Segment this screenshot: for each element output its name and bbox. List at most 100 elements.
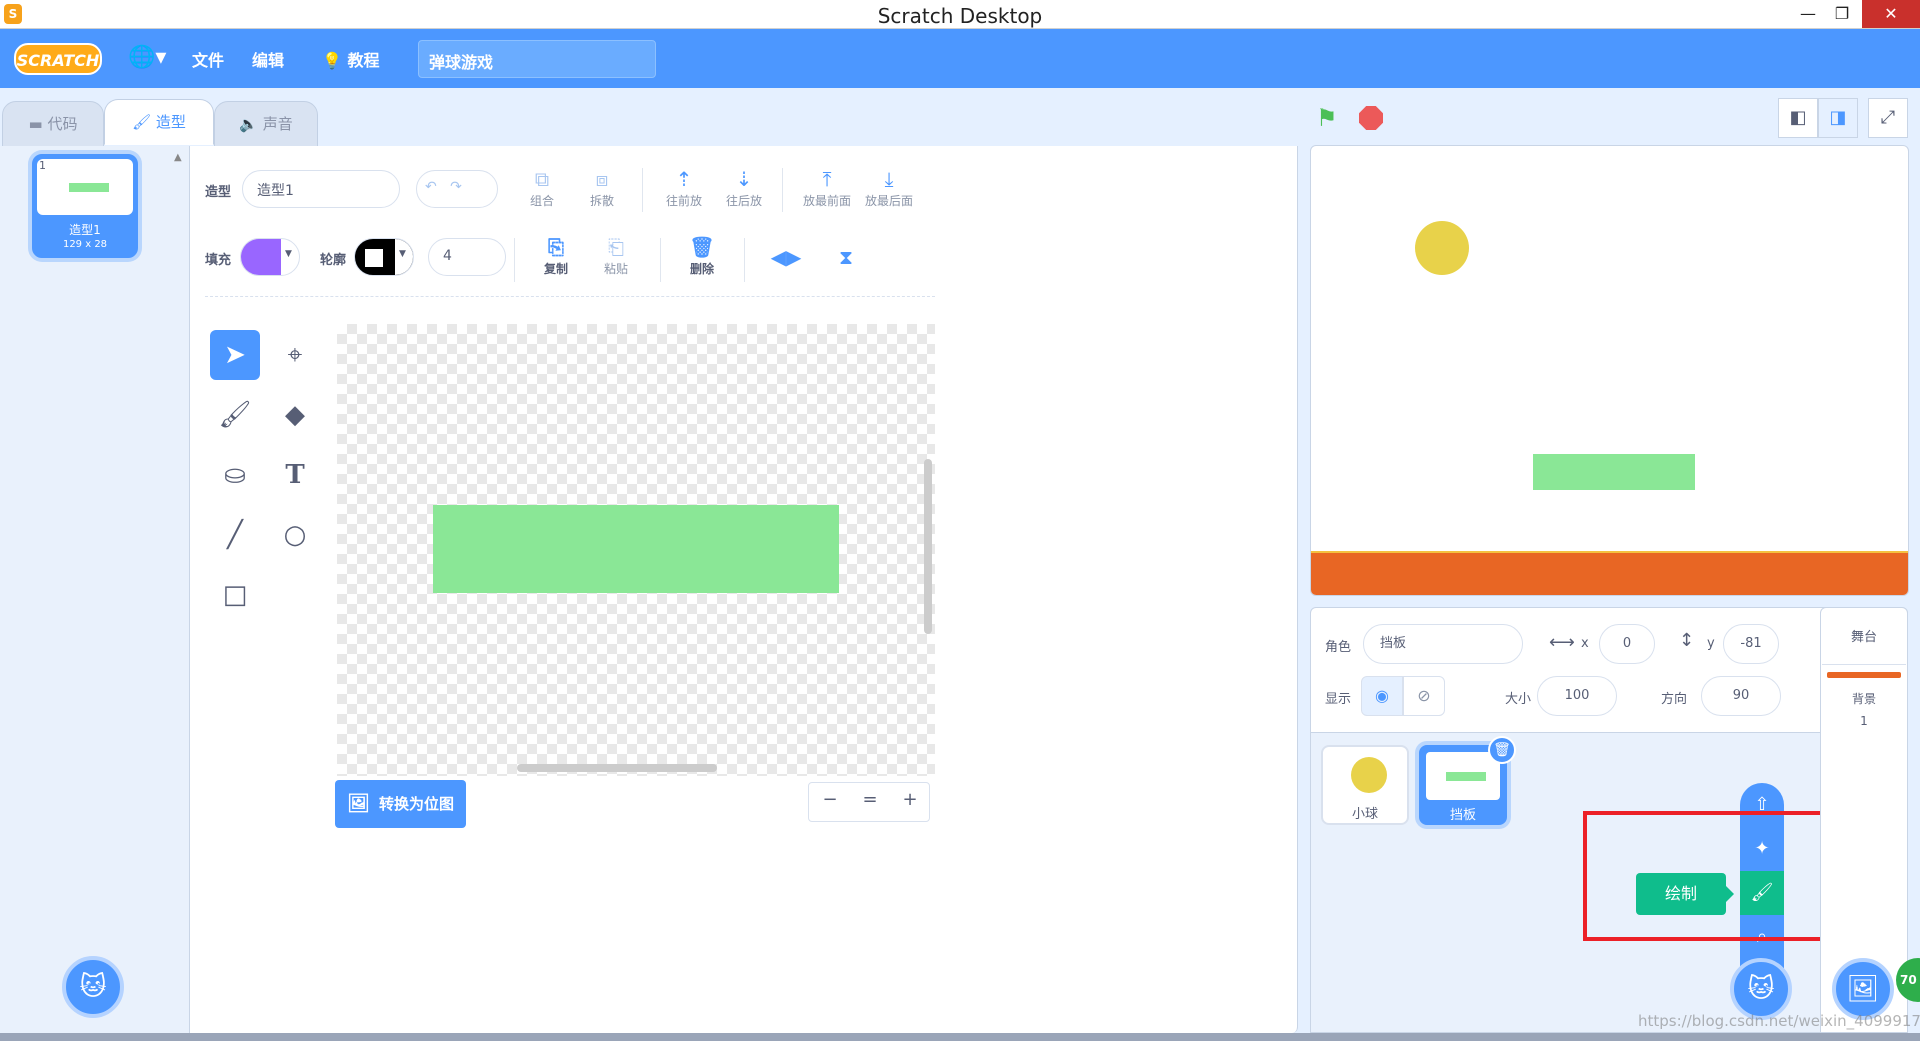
forward-button[interactable]: ⇡ 往前放 [656, 166, 712, 209]
copy-button[interactable]: ⎘ 复制 [528, 234, 584, 277]
choose-sprite-button[interactable]: 🐱 [1730, 958, 1792, 1020]
flip-vertical-button[interactable]: ⧗ [818, 244, 874, 270]
paint-canvas[interactable] [337, 324, 935, 776]
sprite-name-input[interactable]: 挡板 [1363, 624, 1523, 664]
green-flag-icon[interactable]: ⚑ [1316, 104, 1338, 132]
direction-label: 方向 [1661, 692, 1688, 707]
sprite-card-paddle[interactable]: 挡板 🗑 [1419, 736, 1516, 825]
add-costume-button[interactable]: 🐱 [62, 956, 124, 1018]
tab-costumes-label: 造型 [155, 113, 186, 131]
sprite-thumb [1426, 752, 1500, 800]
costume-shape [69, 183, 109, 192]
sprite-name: 小球 [1351, 807, 1378, 822]
stage[interactable] [1310, 145, 1909, 596]
fullscreen-icon: ⤢ [1880, 107, 1896, 128]
hide-sprite-button[interactable]: ⊘ [1403, 676, 1445, 716]
outline-width-input[interactable]: 4 [428, 238, 506, 276]
outline-color-picker[interactable]: ▼ [354, 238, 414, 276]
fill-swatch [241, 239, 281, 275]
close-button[interactable]: ✕ [1862, 0, 1920, 28]
edit-menu[interactable]: 编辑 [252, 47, 284, 71]
convert-to-bitmap-button[interactable]: 🖼 转换为位图 [335, 780, 466, 828]
copy-icon: ⎘ [548, 235, 564, 259]
circle-tool[interactable]: ○ [270, 510, 320, 560]
costume-name-input[interactable]: 造型1 [242, 170, 400, 208]
line-tool[interactable]: ╱ [210, 510, 260, 560]
vertical-scrollbar[interactable] [924, 459, 932, 634]
taskbar [0, 1033, 1920, 1041]
show-sprite-button[interactable]: ◉ [1361, 676, 1403, 716]
horizontal-scrollbar[interactable] [517, 764, 717, 772]
tutorial-menu[interactable]: 💡 教程 [322, 47, 380, 71]
text-tool[interactable]: T [270, 450, 320, 500]
zoom-out-icon[interactable]: − [811, 789, 849, 810]
costume-thumbnail[interactable]: 1 造型1 129 x 28 [32, 154, 138, 258]
scroll-up-arrow[interactable]: ▲ [174, 152, 182, 163]
tab-code-label: 代码 [47, 115, 78, 133]
eraser-icon: ◆ [285, 400, 305, 430]
fill-color-picker[interactable]: ▼ [240, 238, 300, 276]
ungroup-label: 拆散 [589, 194, 614, 208]
size-input[interactable]: 100 [1537, 676, 1617, 716]
file-menu[interactable]: 文件 [192, 47, 224, 71]
costume-size: 129 x 28 [62, 239, 108, 250]
image-icon: 🖼 [1846, 974, 1880, 1004]
zoom-in-icon[interactable]: + [891, 789, 929, 810]
rectangle-icon: □ [222, 580, 248, 610]
divider [642, 168, 643, 212]
flip-horizontal-button[interactable]: ◀▶ [758, 244, 814, 270]
back-button[interactable]: ⤓ 放最后面 [858, 166, 920, 209]
reshape-tool[interactable]: ⌖ [270, 330, 320, 380]
small-stage-button[interactable]: ◧ [1778, 98, 1818, 138]
arrow-down-icon: ⇣ [735, 167, 753, 191]
group-icon: ⧉ [534, 167, 550, 191]
redo-icon[interactable]: ↷ [450, 179, 462, 195]
y-label: y [1707, 636, 1715, 651]
eraser-tool[interactable]: ◆ [270, 390, 320, 440]
tab-code[interactable]: ▬ 代码 [2, 101, 104, 147]
fill-tool[interactable]: ⛀ [210, 450, 260, 500]
code-icon: ▬ [28, 115, 43, 133]
ball-sprite[interactable] [1415, 221, 1469, 275]
brush-tool[interactable]: 🖌 [210, 390, 260, 440]
zoom-reset-icon[interactable]: = [851, 789, 889, 810]
maximize-button[interactable]: ❐ [1820, 0, 1864, 28]
paddle-shape[interactable] [433, 505, 839, 593]
select-tool[interactable]: ➤ [210, 330, 260, 380]
ungroup-button[interactable]: ⧈ 拆散 [574, 166, 630, 209]
front-label: 放最前面 [802, 194, 851, 208]
paste-button[interactable]: ⎗ 粘贴 [588, 234, 644, 277]
divider [744, 238, 745, 282]
undo-icon[interactable]: ↶ [425, 179, 437, 195]
front-button[interactable]: ⤒ 放最前面 [796, 166, 858, 209]
rectangle-tool[interactable]: □ [210, 570, 260, 620]
x-input[interactable]: 0 [1599, 624, 1655, 664]
direction-input[interactable]: 90 [1701, 676, 1781, 716]
delete-button[interactable]: 🗑 删除 [674, 234, 730, 277]
tab-costumes[interactable]: 🖌 造型 [104, 99, 214, 145]
globe-icon[interactable]: 🌐▾ [128, 45, 166, 70]
paint-bucket-icon: ⛀ [224, 460, 246, 490]
tab-sounds-label: 声音 [262, 115, 293, 133]
stop-icon[interactable] [1359, 106, 1383, 130]
divider [782, 168, 783, 212]
tab-sounds[interactable]: 🔈 声音 [214, 101, 318, 147]
project-title-input[interactable]: 弹球游戏 [418, 40, 656, 78]
sprite-card-ball[interactable]: 小球 [1321, 745, 1409, 825]
chevron-down-icon: ▼ [399, 249, 406, 259]
y-input[interactable]: -81 [1723, 624, 1779, 664]
choose-backdrop-button[interactable]: 🖼 [1832, 958, 1894, 1020]
scratch-logo[interactable]: SCRATCH [14, 43, 102, 75]
chevron-down-icon: ▼ [285, 249, 292, 259]
costume-preview [37, 159, 133, 215]
line-icon: ╱ [227, 520, 243, 550]
backward-button[interactable]: ⇣ 往后放 [716, 166, 772, 209]
paste-icon: ⎗ [608, 235, 624, 259]
text-icon: T [285, 460, 305, 490]
flip-horizontal-icon: ◀▶ [770, 245, 802, 269]
group-button[interactable]: ⧉ 组合 [514, 166, 570, 209]
delete-sprite-button[interactable]: 🗑 [1488, 736, 1516, 764]
paddle-sprite[interactable] [1533, 454, 1695, 490]
fullscreen-button[interactable]: ⤢ [1868, 98, 1908, 138]
normal-stage-button[interactable]: ◨ [1818, 98, 1858, 138]
